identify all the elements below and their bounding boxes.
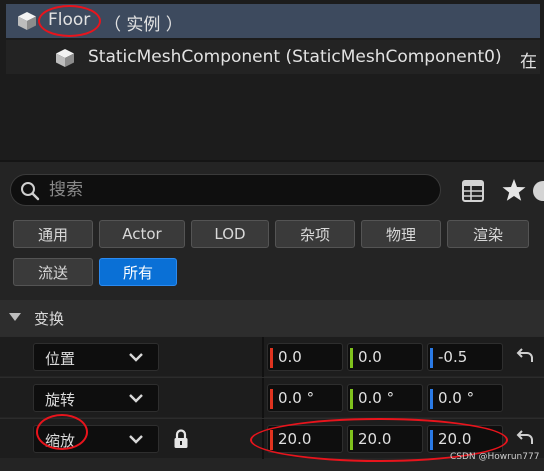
static-mesh-icon bbox=[56, 49, 74, 67]
filter-general[interactable]: 通用 bbox=[13, 220, 93, 248]
location-label: 位置 bbox=[45, 350, 76, 368]
y-axis-bar bbox=[350, 389, 353, 409]
outliner-item-type: （ 实例 ） bbox=[104, 15, 183, 35]
chevron-down-icon bbox=[129, 394, 143, 403]
favorites-star-icon[interactable] bbox=[501, 177, 527, 203]
column-divider bbox=[262, 419, 264, 459]
search-icon bbox=[21, 182, 40, 201]
filter-actor[interactable]: Actor bbox=[99, 220, 185, 248]
scale-x-field[interactable]: 20.0 bbox=[267, 425, 343, 453]
location-dropdown[interactable]: 位置 bbox=[33, 343, 159, 371]
filter-physics[interactable]: 物理 bbox=[361, 220, 441, 248]
property-row-location: 位置 0.0 0.0 -0.5 bbox=[0, 336, 544, 377]
search-input[interactable] bbox=[49, 178, 429, 202]
column-divider bbox=[262, 378, 264, 418]
scale-y-field[interactable]: 20.0 bbox=[347, 425, 423, 453]
transform-section-header[interactable]: 变换 bbox=[0, 300, 544, 336]
location-y-field[interactable]: 0.0 bbox=[347, 343, 423, 371]
component-overflow-text: 在 bbox=[520, 52, 537, 72]
property-row-rotation: 旋转 0.0 ° 0.0 ° 0.0 ° bbox=[0, 377, 544, 418]
world-outliner: Floor （ 实例 ） StaticMeshComponent (Static… bbox=[0, 0, 544, 160]
z-axis-bar bbox=[430, 389, 433, 409]
outliner-row-floor[interactable]: Floor （ 实例 ） bbox=[6, 4, 540, 38]
expand-triangle-icon[interactable] bbox=[9, 313, 21, 321]
z-axis-bar bbox=[430, 430, 433, 450]
rotation-dropdown[interactable]: 旋转 bbox=[33, 384, 159, 412]
z-axis-bar bbox=[430, 348, 433, 368]
column-divider bbox=[262, 337, 264, 377]
chevron-down-icon bbox=[129, 353, 143, 362]
filter-lod[interactable]: LOD bbox=[191, 220, 269, 248]
location-z-field[interactable]: -0.5 bbox=[427, 343, 503, 371]
component-label: StaticMeshComponent (StaticMeshComponent… bbox=[88, 47, 502, 67]
rotation-label: 旋转 bbox=[45, 391, 76, 409]
y-axis-bar bbox=[350, 430, 353, 450]
scale-label: 缩放 bbox=[45, 432, 76, 450]
details-panel: 通用 Actor LOD 杂项 物理 渲染 流送 所有 变换 位置 0.0 0.… bbox=[0, 162, 544, 471]
scale-z-field[interactable]: 20.0 bbox=[427, 425, 503, 453]
table-view-icon[interactable] bbox=[460, 178, 486, 204]
reset-arrow-icon[interactable] bbox=[514, 347, 536, 367]
settings-gear-icon[interactable] bbox=[530, 178, 544, 204]
static-mesh-actor-icon bbox=[18, 12, 36, 30]
filter-misc[interactable]: 杂项 bbox=[275, 220, 355, 248]
rotation-z-field[interactable]: 0.0 ° bbox=[427, 384, 503, 412]
chevron-down-icon bbox=[129, 435, 143, 444]
lock-icon[interactable] bbox=[172, 428, 190, 450]
x-axis-bar bbox=[270, 389, 273, 409]
scale-dropdown[interactable]: 缩放 bbox=[33, 425, 159, 453]
rotation-x-field[interactable]: 0.0 ° bbox=[267, 384, 343, 412]
reset-arrow-icon[interactable] bbox=[514, 429, 536, 449]
outliner-row-component[interactable]: StaticMeshComponent (StaticMeshComponent… bbox=[6, 40, 540, 74]
y-axis-bar bbox=[350, 348, 353, 368]
filter-all[interactable]: 所有 bbox=[99, 258, 177, 286]
location-x-field[interactable]: 0.0 bbox=[267, 343, 343, 371]
section-title: 变换 bbox=[34, 310, 65, 328]
x-axis-bar bbox=[270, 348, 273, 368]
watermark: CSDN @Howrun777 bbox=[450, 452, 540, 462]
outliner-item-name: Floor bbox=[48, 10, 91, 30]
filter-streaming[interactable]: 流送 bbox=[13, 258, 93, 286]
rotation-y-field[interactable]: 0.0 ° bbox=[347, 384, 423, 412]
x-axis-bar bbox=[270, 430, 273, 450]
filter-rendering[interactable]: 渲染 bbox=[447, 220, 529, 248]
search-box[interactable] bbox=[10, 174, 441, 206]
